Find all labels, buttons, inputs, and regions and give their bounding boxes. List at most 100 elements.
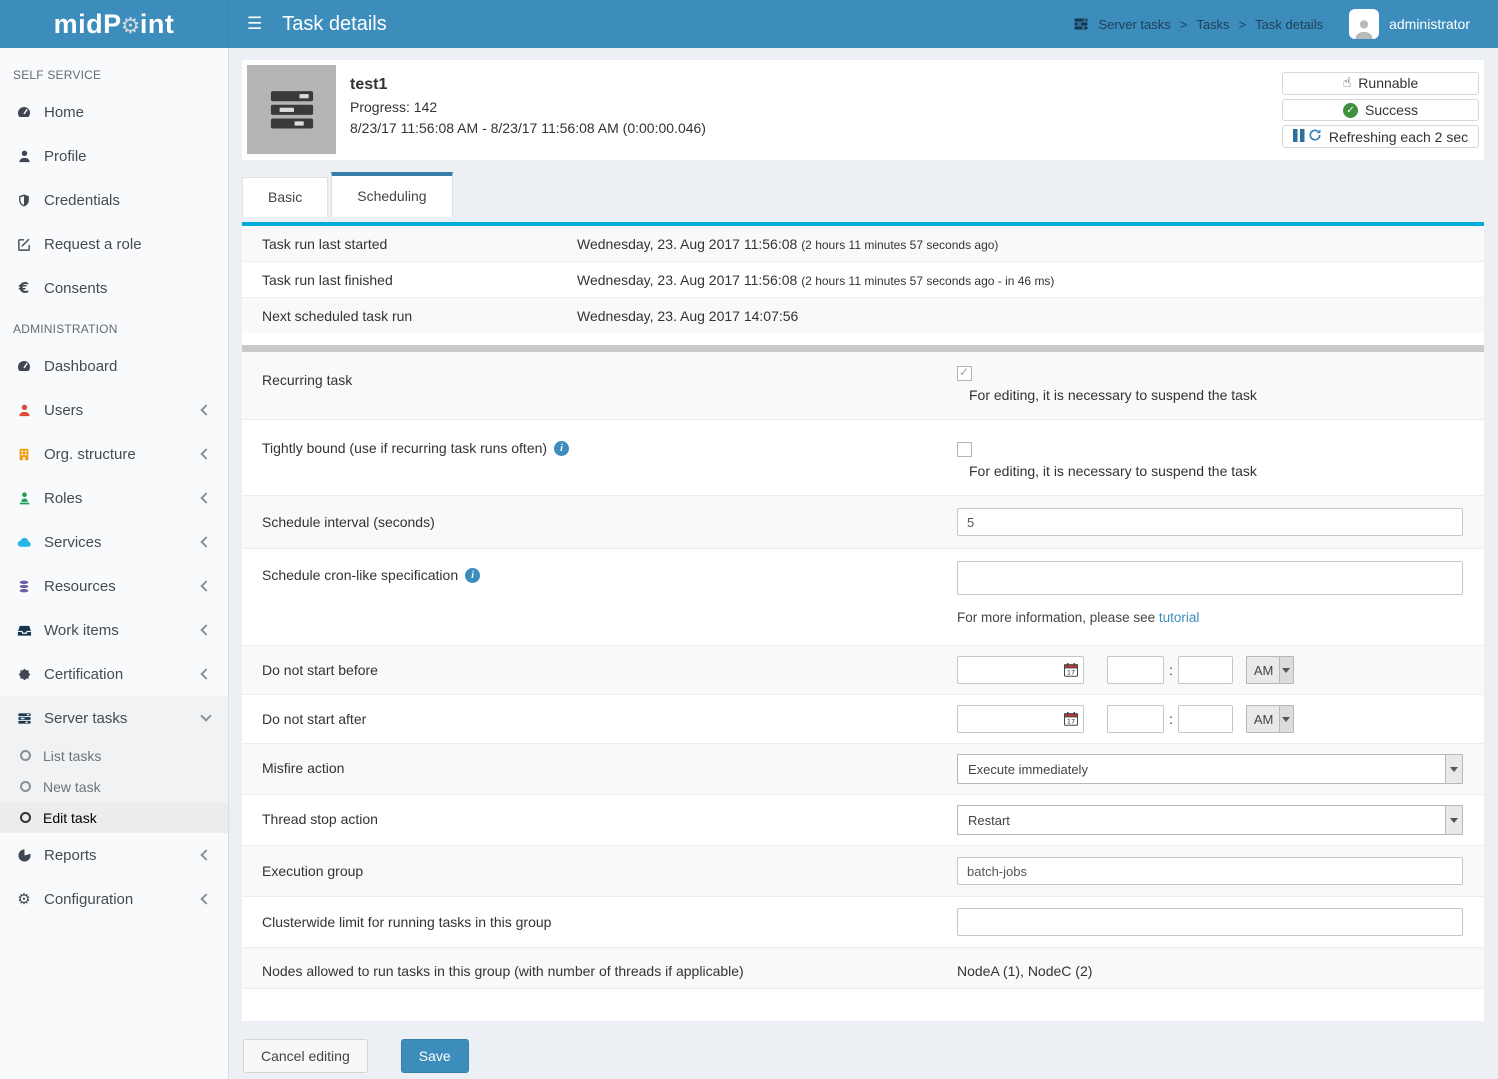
chevron-left-icon xyxy=(200,624,211,635)
row-nodes-allowed: Nodes allowed to run tasks in this group… xyxy=(242,948,1484,989)
sidebar-item-home[interactable]: Home xyxy=(0,90,228,134)
sidebar-item-label: Profile xyxy=(44,148,214,165)
sidebar-item-request-a-role[interactable]: Request a role xyxy=(0,222,228,266)
task-bars-icon xyxy=(1073,16,1089,32)
sidebar-item-label: Resources xyxy=(44,578,202,595)
brand-logo[interactable]: midP⚙int xyxy=(0,0,229,48)
suspend-note: For editing, it is necessary to suspend … xyxy=(969,387,1463,403)
chevron-left-icon xyxy=(200,668,211,679)
calendar-icon[interactable]: 17 xyxy=(1063,711,1079,730)
sidebar-item-label: Roles xyxy=(44,490,202,507)
misfire-action-select[interactable]: Execute immediately xyxy=(957,754,1463,784)
cloud-icon xyxy=(14,535,34,550)
sidebar-item-reports[interactable]: Reports xyxy=(0,833,228,877)
sidebar-section-self-service: SELF SERVICE xyxy=(0,56,228,90)
sidebar-item-label: Work items xyxy=(44,622,202,639)
schedule-interval-input[interactable] xyxy=(957,508,1463,536)
task-run-dates: 8/23/17 11:56:08 AM - 8/23/17 11:56:08 A… xyxy=(350,118,706,139)
sidebar-item-services[interactable]: Services xyxy=(0,520,228,564)
sidebar-item-label: Services xyxy=(44,534,202,551)
row-schedule-interval: Schedule interval (seconds) xyxy=(242,496,1484,549)
task-icon xyxy=(247,65,336,154)
nodes-allowed-value: NodeA (1), NodeC (2) xyxy=(957,957,1463,979)
start-before-minutes-input[interactable] xyxy=(1178,656,1233,684)
sidebar-item-label: Dashboard xyxy=(44,358,214,375)
sidebar-item-org-structure[interactable]: Org. structure xyxy=(0,432,228,476)
chevron-left-icon xyxy=(200,404,211,415)
user-menu[interactable]: administrator xyxy=(1349,9,1470,39)
sidebar-item-work-items[interactable]: Work items xyxy=(0,608,228,652)
start-after-minutes-input[interactable] xyxy=(1178,705,1233,733)
clusterwide-limit-input[interactable] xyxy=(957,908,1463,936)
database-icon xyxy=(14,579,34,594)
page-title: Task details xyxy=(282,13,387,36)
svg-text:17: 17 xyxy=(1067,669,1075,677)
breadcrumb-separator: > xyxy=(1239,17,1247,32)
sidebar-item-dashboard[interactable]: Dashboard xyxy=(0,344,228,388)
certificate-icon xyxy=(14,667,34,682)
sidebar-subitem-list-tasks[interactable]: List tasks xyxy=(0,740,228,771)
sidebar-subitem-label: New task xyxy=(43,779,101,795)
info-icon[interactable] xyxy=(554,441,569,456)
username: administrator xyxy=(1389,16,1470,32)
start-after-hours-input[interactable] xyxy=(1107,705,1164,733)
breadcrumb-tasks[interactable]: Tasks xyxy=(1196,17,1229,32)
cancel-editing-button[interactable]: Cancel editing xyxy=(243,1039,368,1073)
start-before-ampm-select[interactable]: AM xyxy=(1246,656,1294,684)
sidebar-item-credentials[interactable]: Credentials xyxy=(0,178,228,222)
sidebar-item-consents[interactable]: € Consents xyxy=(0,266,228,310)
menu-toggle-icon[interactable]: ☰ xyxy=(247,14,262,34)
sidebar-subitem-edit-task[interactable]: Edit task xyxy=(0,802,228,833)
circle-icon xyxy=(20,812,31,823)
sidebar-subitem-new-task[interactable]: New task xyxy=(0,771,228,802)
info-icon[interactable] xyxy=(465,568,480,583)
sidebar-item-label: Reports xyxy=(44,847,202,864)
user-icon xyxy=(14,403,34,418)
info-row-next-run: Next scheduled task run Wednesday, 23. A… xyxy=(242,298,1484,333)
row-do-not-start-after: Do not start after 17 : AM xyxy=(242,695,1484,744)
task-bars-icon xyxy=(14,711,34,726)
row-misfire-action: Misfire action Execute immediately xyxy=(242,744,1484,795)
scheduling-panel: Task run last started Wednesday, 23. Aug… xyxy=(242,222,1484,1021)
row-execution-group: Execution group xyxy=(242,846,1484,897)
sidebar-item-users[interactable]: Users xyxy=(0,388,228,432)
sidebar-item-resources[interactable]: Resources xyxy=(0,564,228,608)
sidebar-item-roles[interactable]: Roles xyxy=(0,476,228,520)
gear-logo-icon: ⚙ xyxy=(121,14,141,39)
start-after-ampm-select[interactable]: AM xyxy=(1246,705,1294,733)
thread-stop-action-select[interactable]: Restart xyxy=(957,805,1463,835)
sidebar-item-certification[interactable]: Certification xyxy=(0,652,228,696)
sidebar-item-server-tasks[interactable]: Server tasks xyxy=(0,696,228,740)
start-before-hours-input[interactable] xyxy=(1107,656,1164,684)
recurring-task-checkbox[interactable] xyxy=(957,366,972,381)
tutorial-link[interactable]: tutorial xyxy=(1159,610,1200,625)
pause-icon[interactable] xyxy=(1293,129,1305,145)
execution-group-input[interactable] xyxy=(957,857,1463,885)
circle-icon xyxy=(20,781,31,792)
pie-chart-icon xyxy=(14,848,34,863)
info-row-last-finished: Task run last finished Wednesday, 23. Au… xyxy=(242,262,1484,298)
cron-spec-input[interactable] xyxy=(957,561,1463,595)
sidebar-item-label: Request a role xyxy=(44,236,214,253)
row-recurring-task: Recurring task For editing, it is necess… xyxy=(242,352,1484,420)
circle-icon xyxy=(20,750,31,761)
refresh-control[interactable]: Refreshing each 2 sec xyxy=(1282,125,1479,148)
gauge-icon xyxy=(14,358,34,374)
tab-basic[interactable]: Basic xyxy=(242,177,328,217)
tab-bar: Basic Scheduling xyxy=(242,170,1484,217)
pencil-square-icon xyxy=(14,237,34,252)
role-icon xyxy=(14,491,34,506)
breadcrumb-server-tasks[interactable]: Server tasks xyxy=(1098,17,1170,32)
tightly-bound-checkbox[interactable] xyxy=(957,442,972,457)
avatar xyxy=(1349,9,1379,39)
calendar-icon[interactable]: 17 xyxy=(1063,662,1079,681)
svg-text:17: 17 xyxy=(1067,718,1075,726)
sidebar-item-configuration[interactable]: ⚙ Configuration xyxy=(0,877,228,921)
tab-scheduling[interactable]: Scheduling xyxy=(331,172,452,217)
chevron-down-icon xyxy=(200,710,211,721)
sidebar-item-profile[interactable]: Profile xyxy=(0,134,228,178)
save-button[interactable]: Save xyxy=(401,1039,469,1073)
euro-icon: € xyxy=(14,279,34,297)
sidebar-item-label: Certification xyxy=(44,666,202,683)
check-circle-icon: ✓ xyxy=(1343,103,1358,118)
